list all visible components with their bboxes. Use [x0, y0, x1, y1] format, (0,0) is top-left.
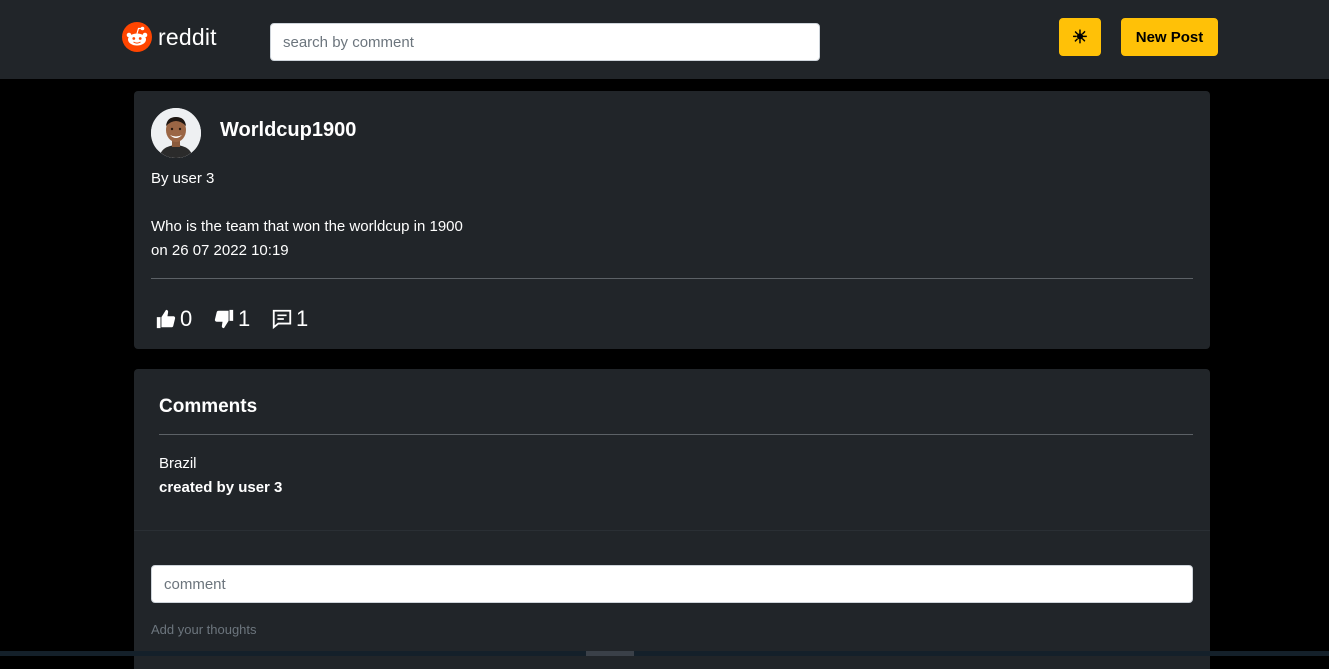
- like-count: 0: [180, 306, 193, 331]
- comment-count: 1: [296, 306, 309, 331]
- new-post-button[interactable]: New Post: [1121, 18, 1218, 56]
- comment-author: created by user 3: [159, 479, 283, 496]
- comment-text: Brazil: [159, 455, 197, 472]
- comment-help-text: Add your thoughts: [151, 622, 257, 637]
- thumbs-up-icon: [156, 309, 176, 329]
- comments-button[interactable]: 1: [271, 302, 308, 332]
- top-navbar: reddit ☀ New Post: [0, 0, 1329, 79]
- sun-icon: ☀: [1071, 26, 1089, 47]
- dislike-button[interactable]: 1: [213, 302, 250, 332]
- brand-link[interactable]: reddit: [122, 22, 217, 52]
- post-author: By user 3: [151, 170, 215, 187]
- horizontal-scrollbar[interactable]: [0, 651, 1329, 656]
- reddit-logo-icon: [122, 22, 152, 52]
- post-card: Worldcup1900 By user 3 Who is the team t…: [134, 91, 1210, 349]
- comments-card: Comments Brazil created by user 3 Add yo…: [134, 369, 1210, 669]
- post-body: Who is the team that won the worldcup in…: [151, 218, 463, 235]
- comment-icon: [272, 309, 292, 330]
- user-avatar-image: [151, 108, 201, 158]
- like-button[interactable]: 0: [155, 302, 192, 332]
- scrollbar-thumb[interactable]: [586, 651, 634, 656]
- avatar: [151, 108, 201, 158]
- thumbs-down-icon: [214, 309, 234, 329]
- divider: [151, 278, 1193, 279]
- comment-input[interactable]: [151, 565, 1193, 603]
- theme-toggle-button[interactable]: ☀: [1059, 18, 1101, 56]
- divider: [159, 434, 1193, 435]
- brand-name: reddit: [158, 23, 217, 50]
- dislike-count: 1: [238, 306, 251, 331]
- post-date: on 26 07 2022 10:19: [151, 242, 289, 259]
- search-input[interactable]: [270, 23, 820, 61]
- comment-form: Add your thoughts: [134, 530, 1210, 669]
- post-title[interactable]: Worldcup1900: [220, 119, 356, 142]
- comments-heading: Comments: [159, 396, 258, 417]
